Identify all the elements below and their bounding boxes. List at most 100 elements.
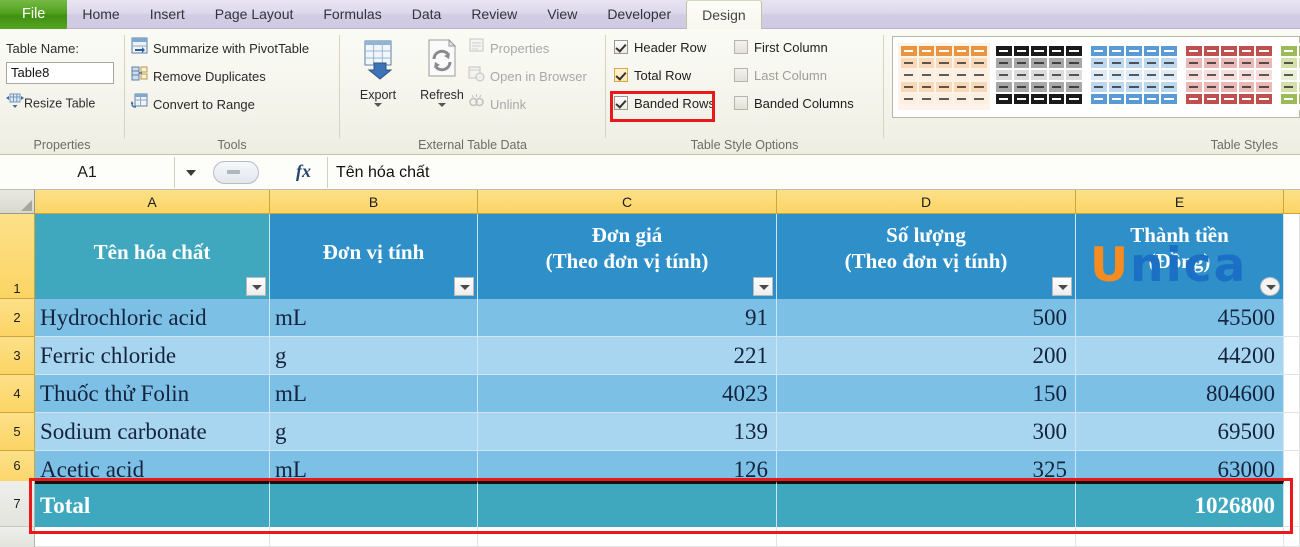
- table-header-cell-a1[interactable]: Tên hóa chất: [35, 214, 270, 299]
- row-header-4[interactable]: 4: [0, 375, 35, 413]
- open-in-browser-button[interactable]: Open in Browser: [468, 65, 587, 89]
- insert-function-icon[interactable]: fx: [296, 161, 311, 182]
- tab-developer[interactable]: Developer: [592, 0, 686, 29]
- row-header-3[interactable]: 3: [0, 337, 35, 375]
- column-header-f-partial[interactable]: [1284, 190, 1300, 214]
- checkbox-total-row[interactable]: Total Row: [614, 65, 691, 86]
- formula-bar-content[interactable]: Tên hóa chất: [336, 155, 429, 190]
- cancel-enter-buttons[interactable]: [213, 161, 259, 184]
- table-row[interactable]: 45500: [1076, 299, 1284, 337]
- table-row[interactable]: 500: [777, 299, 1076, 337]
- unlink-button[interactable]: Unlink: [468, 93, 526, 117]
- table-row[interactable]: 4023: [478, 375, 777, 413]
- table-row[interactable]: g: [270, 337, 478, 375]
- column-header-e[interactable]: E: [1076, 190, 1284, 214]
- checkbox-banded-rows[interactable]: Banded Rows: [614, 93, 715, 114]
- checkbox-last-column[interactable]: Last Column: [734, 65, 827, 86]
- table-row[interactable]: Hydrochloric acid: [35, 299, 270, 337]
- filter-button-e[interactable]: [1260, 277, 1280, 296]
- cell-d8[interactable]: [777, 527, 1076, 547]
- filter-button-a[interactable]: [246, 277, 266, 296]
- total-row-amount-cell[interactable]: 1026800: [1076, 481, 1284, 527]
- filter-button-d[interactable]: [1052, 277, 1072, 296]
- table-row[interactable]: 221: [478, 337, 777, 375]
- total-row-unit-cell[interactable]: [270, 481, 478, 527]
- table-style-swatch-red[interactable]: [1183, 43, 1275, 110]
- tab-home[interactable]: Home: [67, 0, 134, 29]
- table-header-cell-b1[interactable]: Đơn vị tính: [270, 214, 478, 299]
- table-row[interactable]: 150: [777, 375, 1076, 413]
- checkbox-banded-columns[interactable]: Banded Columns: [734, 93, 854, 114]
- cell-f3[interactable]: [1284, 337, 1300, 375]
- tab-review[interactable]: Review: [456, 0, 532, 29]
- row-header-5[interactable]: 5: [0, 413, 35, 451]
- table-row[interactable]: 200: [777, 337, 1076, 375]
- table-row[interactable]: 300: [777, 413, 1076, 451]
- row-header-1[interactable]: 1: [0, 214, 35, 299]
- table-row[interactable]: Thuốc thử Folin: [35, 375, 270, 413]
- total-row-qty-cell[interactable]: [777, 481, 1076, 527]
- cell-f8[interactable]: [1284, 527, 1300, 547]
- row-header-7[interactable]: 7: [0, 481, 35, 527]
- table-style-swatch-green[interactable]: [1278, 43, 1300, 110]
- column-header-b[interactable]: B: [270, 190, 478, 214]
- table-row[interactable]: 139: [478, 413, 777, 451]
- cell-b8[interactable]: [270, 527, 478, 547]
- table-header-cell-e1[interactable]: Thành tiền (Đồng): [1076, 214, 1284, 299]
- export-dropdown-arrow[interactable]: [374, 103, 382, 107]
- table-row[interactable]: 91: [478, 299, 777, 337]
- table-name-input[interactable]: Table8: [6, 62, 114, 84]
- checkbox-first-column[interactable]: First Column: [734, 37, 828, 58]
- name-box-dropdown-arrow[interactable]: [186, 170, 196, 176]
- tab-file[interactable]: File: [0, 0, 68, 29]
- refresh-button[interactable]: Refresh: [412, 38, 472, 107]
- filter-button-c[interactable]: [753, 277, 773, 296]
- header-row-checkbox-icon[interactable]: [614, 40, 628, 54]
- table-row[interactable]: 44200: [1076, 337, 1284, 375]
- cell-e8[interactable]: [1076, 527, 1284, 547]
- name-box[interactable]: A1: [0, 157, 175, 188]
- properties-button[interactable]: Properties: [468, 37, 549, 61]
- table-row[interactable]: mL: [270, 375, 478, 413]
- select-all-corner[interactable]: [0, 190, 35, 214]
- tab-data[interactable]: Data: [397, 0, 457, 29]
- cell-a8[interactable]: [35, 527, 270, 547]
- total-row-checkbox-icon[interactable]: [614, 68, 628, 82]
- total-row-label-cell[interactable]: Total: [35, 481, 270, 527]
- table-row[interactable]: mL: [270, 299, 478, 337]
- table-styles-gallery[interactable]: [892, 36, 1300, 118]
- column-header-a[interactable]: A: [35, 190, 270, 214]
- table-row[interactable]: 804600: [1076, 375, 1284, 413]
- tab-page-layout[interactable]: Page Layout: [200, 0, 309, 29]
- checkbox-header-row[interactable]: Header Row: [614, 37, 706, 58]
- tab-design[interactable]: Design: [686, 0, 762, 30]
- last-column-checkbox-icon[interactable]: [734, 68, 748, 82]
- table-style-swatch-blue[interactable]: [1088, 43, 1180, 110]
- first-column-checkbox-icon[interactable]: [734, 40, 748, 54]
- cell-f7[interactable]: [1284, 481, 1300, 527]
- banded-columns-checkbox-icon[interactable]: [734, 96, 748, 110]
- column-header-d[interactable]: D: [777, 190, 1076, 214]
- resize-table-button[interactable]: Resize Table: [6, 93, 95, 113]
- cell-c8[interactable]: [478, 527, 777, 547]
- table-header-cell-d1[interactable]: Số lượng (Theo đơn vị tính): [777, 214, 1076, 299]
- column-header-c[interactable]: C: [478, 190, 777, 214]
- total-row-price-cell[interactable]: [478, 481, 777, 527]
- cell-f1[interactable]: [1284, 214, 1300, 299]
- table-style-swatch-orange[interactable]: [898, 43, 990, 110]
- table-style-swatch-black[interactable]: [993, 43, 1085, 110]
- table-row[interactable]: Ferric chloride: [35, 337, 270, 375]
- filter-button-b[interactable]: [454, 277, 474, 296]
- tab-insert[interactable]: Insert: [135, 0, 200, 29]
- row-header-8-partial[interactable]: [0, 527, 35, 547]
- cell-f4[interactable]: [1284, 375, 1300, 413]
- convert-to-range-button[interactable]: Convert to Range: [130, 93, 255, 117]
- banded-rows-checkbox-icon[interactable]: [614, 96, 628, 110]
- table-row[interactable]: Sodium carbonate: [35, 413, 270, 451]
- table-header-cell-c1[interactable]: Đơn giá (Theo đơn vị tính): [478, 214, 777, 299]
- tab-formulas[interactable]: Formulas: [308, 0, 396, 29]
- summarize-with-pivottable-button[interactable]: Summarize with PivotTable: [131, 37, 309, 61]
- tab-view[interactable]: View: [532, 0, 592, 29]
- cell-f5[interactable]: [1284, 413, 1300, 451]
- cell-f2[interactable]: [1284, 299, 1300, 337]
